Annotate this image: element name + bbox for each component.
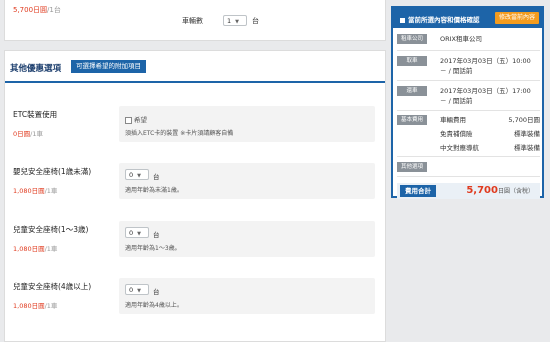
total-value: 5,700日圓（含稅）: [466, 184, 534, 199]
option-box-booster-seat: 0 ▼ 台 適用年齡為4歳以上。: [119, 278, 375, 314]
car-count-value: 1: [227, 17, 232, 25]
child-seat-select[interactable]: 0 ▼: [125, 227, 149, 238]
company-label: 租車公司: [397, 34, 427, 44]
divider: [397, 176, 540, 177]
option-name-baby-seat: 嬰兒安全座椅(1歳未滿): [13, 167, 92, 176]
chevron-down-icon: ▼: [235, 19, 239, 25]
option-price-value: 1,080日圓: [13, 187, 45, 195]
total-label: 費用合計: [400, 185, 436, 197]
return-date: 2017年03月03日（五）17:00: [440, 87, 531, 95]
return-place: － / 開話前: [440, 97, 473, 105]
total-amount: 5,700: [466, 185, 498, 196]
booster-seat-unit: 台: [153, 288, 160, 296]
booster-seat-select-value: 0: [129, 286, 134, 294]
summary-panel: 當前所選內容和價格確認 修改當前內容 租車公司 ORIX租車公司 取車 2017…: [391, 6, 544, 199]
square-icon: [400, 17, 405, 23]
divider: [397, 156, 540, 157]
option-price-unit: /1車: [44, 245, 58, 253]
total-unit: 日圓（含稅）: [497, 188, 534, 195]
options-section: 其他優惠選項 可選擇希望的附加項目 ETC裝置使用 0日圓/1車 希望 須插入E…: [4, 50, 386, 342]
option-note-baby-seat: 適用年齡為未滿1歳。: [125, 187, 183, 194]
option-price-unit: /1車: [44, 187, 58, 195]
option-price-value: 1,080日圓: [13, 245, 45, 253]
company-value: ORIX租車公司: [440, 35, 483, 43]
top-price-value: 5,700日圓: [13, 6, 48, 14]
divider: [397, 110, 540, 111]
option-note-etc: 須插入ETC卡的裝置 ※卡片須請顧客自備: [125, 130, 234, 137]
base-fee-item-name: 中文對應導航: [440, 144, 479, 152]
option-box-baby-seat: 0 ▼ 台 適用年齡為未滿1歳。: [119, 163, 375, 199]
top-price: 5,700日圓/1台: [13, 5, 61, 15]
car-count-select[interactable]: 1 ▼: [223, 15, 247, 26]
pickup-date: 2017年03月03日（五）10:00: [440, 57, 531, 65]
option-note-booster-seat: 適用年齡為4歳以上。: [125, 302, 183, 309]
option-price-unit: /1車: [30, 130, 43, 138]
top-price-unit: /1台: [47, 6, 61, 14]
car-count-unit: 台: [252, 17, 259, 25]
car-count-label: 車輛數: [182, 17, 203, 25]
baby-seat-select-value: 0: [129, 171, 134, 179]
option-box-etc: 希望 須插入ETC卡的裝置 ※卡片須請顧客自備: [119, 106, 375, 142]
edit-button[interactable]: 修改當前內容: [494, 12, 539, 24]
base-fee-item-value: 標準裝備: [514, 144, 540, 152]
options-title: 其他優惠選項: [10, 64, 62, 74]
other-options-label: 其他選項: [397, 162, 427, 172]
pickup-label: 取車: [397, 56, 427, 66]
base-fee-item-value: 標準裝備: [514, 130, 540, 138]
option-name-etc: ETC裝置使用: [13, 110, 58, 119]
options-header: 其他優惠選項 可選擇希望的附加項目: [5, 51, 385, 83]
option-box-child-seat: 0 ▼ 台 適用年齡為1～3歳。: [119, 221, 375, 257]
option-price-baby-seat: 1,080日圓/1車: [13, 185, 57, 195]
divider: [397, 80, 540, 81]
option-price-child-seat: 1,080日圓/1車: [13, 243, 57, 253]
summary-title: 當前所選內容和價格確認: [400, 14, 480, 24]
booster-seat-select[interactable]: 0 ▼: [125, 284, 149, 295]
baby-seat-unit: 台: [153, 173, 160, 181]
divider: [397, 50, 540, 51]
option-price-unit: /1車: [44, 302, 58, 310]
child-seat-unit: 台: [153, 231, 160, 239]
return-label: 還車: [397, 86, 427, 96]
base-fee-label: 基本費用: [397, 115, 427, 125]
etc-checkbox-label: 希望: [134, 116, 147, 124]
etc-checkbox-row[interactable]: 希望: [125, 114, 147, 124]
total-box: 費用合計 5,700日圓（含稅）: [397, 183, 540, 199]
summary-header: 當前所選內容和價格確認 修改當前內容: [393, 8, 542, 28]
pickup-place: － / 開話前: [440, 67, 473, 75]
base-fee-item-value: 5,700日圓: [508, 116, 540, 124]
option-note-child-seat: 適用年齡為1～3歳。: [125, 245, 181, 252]
options-tag: 可選擇希望的附加項目: [71, 60, 146, 73]
top-panel: 5,700日圓/1台 車輛數 1 ▼ 台: [4, 0, 386, 41]
chevron-down-icon: ▼: [137, 288, 141, 294]
summary-title-text: 當前所選內容和價格確認: [408, 16, 480, 24]
base-fee-item-name: 車輛費用: [440, 116, 466, 124]
option-name-child-seat: 兒童安全座椅(1～3歳): [13, 225, 89, 234]
option-price-value: 0日圓: [13, 130, 31, 138]
chevron-down-icon: ▼: [137, 173, 141, 179]
option-price-value: 1,080日圓: [13, 302, 45, 310]
baby-seat-select[interactable]: 0 ▼: [125, 169, 149, 180]
child-seat-select-value: 0: [129, 229, 134, 237]
base-fee-item-name: 免責補償險: [440, 130, 473, 138]
option-price-booster-seat: 1,080日圓/1車: [13, 300, 57, 310]
etc-checkbox[interactable]: [125, 116, 132, 124]
option-name-booster-seat: 兒童安全座椅(4歳以上): [13, 282, 92, 291]
chevron-down-icon: ▼: [137, 231, 141, 237]
option-price-etc: 0日圓/1車: [13, 128, 43, 138]
